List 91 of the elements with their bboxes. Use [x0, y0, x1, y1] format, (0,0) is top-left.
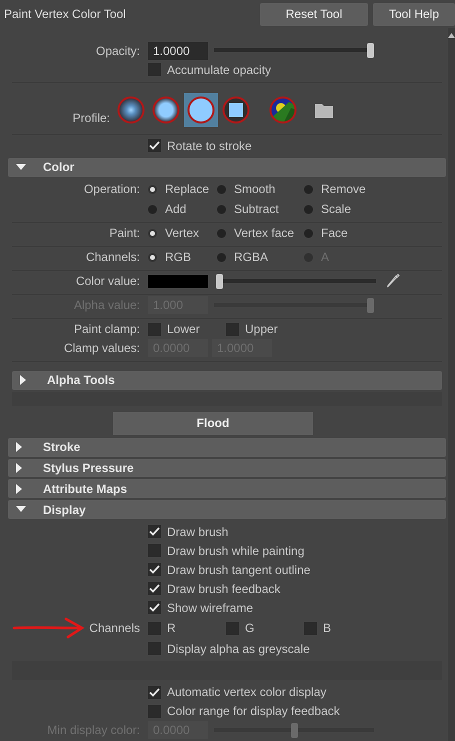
checkbox[interactable]: [148, 704, 161, 718]
option-label: Draw brush: [167, 524, 228, 539]
eyedropper-icon[interactable]: [386, 273, 400, 290]
option-label: B: [323, 621, 332, 636]
flood-button[interactable]: Flood: [113, 412, 313, 435]
option-label: Scale: [321, 202, 352, 216]
option-label: Draw brush while painting: [167, 544, 304, 558]
checkbox[interactable]: [148, 686, 161, 699]
checkbox[interactable]: [148, 139, 161, 152]
field-label: Channels: [89, 621, 140, 636]
slider-thumb[interactable]: [216, 274, 223, 289]
option-label: Subtract: [234, 202, 279, 216]
section-header[interactable]: Stylus Pressure: [8, 458, 446, 478]
field-label: Operation:: [82, 180, 140, 198]
option-label: Upper: [245, 322, 278, 336]
option-label: Vertex face: [234, 226, 294, 240]
radio-button[interactable]: [304, 184, 313, 194]
checkbox[interactable]: [148, 642, 161, 656]
section-header[interactable]: Attribute Maps: [8, 479, 446, 498]
option-label: RGB: [165, 250, 192, 264]
option-label: Face: [321, 226, 348, 240]
field-label: Color value:: [74, 274, 140, 288]
option-label: Accumulate opacity: [167, 62, 272, 76]
number-field[interactable]: 1.0000: [148, 42, 208, 60]
collapse-triangle-icon: [16, 506, 26, 514]
expand-triangle-icon: [16, 484, 23, 494]
color-swatch[interactable]: [148, 274, 208, 288]
checkbox[interactable]: [304, 622, 317, 635]
hard-brush-icon: [187, 96, 215, 124]
checkbox[interactable]: [148, 63, 161, 76]
option-label: Automatic vertex color display: [167, 685, 326, 700]
radio-button[interactable]: [304, 204, 313, 214]
radio-button[interactable]: [148, 184, 157, 194]
checkbox[interactable]: [226, 622, 239, 635]
toolbar-button[interactable]: Tool Help: [373, 2, 455, 26]
window-title: Paint Vertex Color Tool: [4, 7, 127, 21]
field-label: Clamp values:: [62, 341, 140, 356]
checkbox[interactable]: [148, 563, 161, 576]
square-brush-icon: [222, 96, 250, 124]
checkbox[interactable]: [148, 622, 161, 635]
brush-profile-button[interactable]: [184, 93, 218, 127]
option-label: Color range for display feedback: [167, 704, 340, 718]
option-label: Remove: [321, 182, 366, 196]
option-label: Display alpha as greyscale: [167, 642, 310, 656]
radio-button[interactable]: [217, 204, 226, 214]
section-header[interactable]: Stroke: [8, 438, 446, 457]
folder-icon: [315, 102, 333, 118]
field-label: Channels:: [84, 248, 140, 266]
expand-triangle-icon: [16, 463, 23, 474]
radio-button[interactable]: [217, 252, 226, 262]
radio-button[interactable]: [217, 184, 226, 194]
checkbox[interactable]: [226, 322, 239, 336]
expand-triangle-icon: [20, 375, 27, 386]
option-label: Rotate to stroke: [167, 138, 252, 152]
radio-button[interactable]: [148, 252, 157, 262]
checkbox[interactable]: [148, 322, 161, 336]
option-label: G: [245, 621, 254, 636]
checkbox[interactable]: [148, 525, 161, 538]
option-label: Show wireframe: [167, 600, 254, 615]
collapse-triangle-icon: [16, 164, 26, 171]
medium-brush-icon: [152, 96, 180, 124]
field-label: Opacity:: [94, 44, 140, 58]
option-label: Smooth: [234, 182, 276, 196]
radio-button[interactable]: [217, 228, 226, 238]
soft-brush-icon: [117, 96, 145, 124]
landscape-brush-icon: [269, 96, 297, 124]
expand-triangle-icon: [16, 442, 23, 452]
scroll-up-arrow-icon[interactable]: [448, 32, 455, 38]
option-label: Draw brush feedback: [167, 582, 280, 596]
option-label: Lower: [167, 322, 200, 336]
radio-button[interactable]: [148, 228, 157, 238]
option-label: Draw brush tangent outline: [167, 562, 310, 577]
scrollbar[interactable]: [448, 28, 455, 741]
checkbox[interactable]: [148, 544, 161, 558]
radio-button[interactable]: [148, 204, 157, 214]
slider-thumb[interactable]: [367, 43, 374, 58]
section-header[interactable]: Color: [8, 158, 446, 177]
checkbox[interactable]: [148, 582, 161, 596]
field-label: Paint clamp:: [74, 322, 140, 336]
field-label: Profile:: [72, 111, 110, 125]
field-label: Paint:: [108, 224, 140, 242]
option-label: Vertex: [165, 226, 200, 240]
option-label: R: [167, 621, 176, 636]
toolbar-button[interactable]: Reset Tool: [260, 2, 368, 26]
checkbox[interactable]: [148, 601, 161, 614]
radio-button[interactable]: [304, 228, 313, 238]
option-label: Replace: [165, 182, 210, 196]
section-header[interactable]: Display: [8, 500, 446, 520]
section-header[interactable]: Alpha Tools: [12, 370, 442, 390]
option-label: Add: [165, 202, 186, 216]
option-label: RGBA: [234, 250, 268, 264]
